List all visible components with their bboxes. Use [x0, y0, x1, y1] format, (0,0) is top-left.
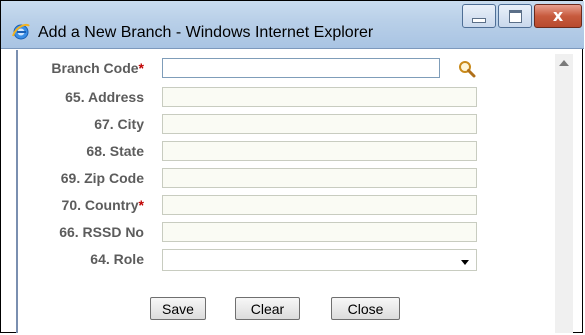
close-button[interactable]: Close: [331, 297, 400, 320]
save-button[interactable]: Save: [150, 297, 206, 320]
city-label: 67. City: [94, 116, 144, 132]
zip-code-label: 69. Zip Code: [60, 170, 144, 186]
country-row: 70. Country*: [20, 195, 560, 217]
state-label: 68. State: [86, 143, 144, 159]
internet-explorer-icon: [12, 23, 30, 40]
state-row: 68. State: [20, 141, 560, 163]
branch-code-input[interactable]: [162, 58, 440, 78]
close-window-button[interactable]: x: [534, 4, 582, 28]
country-label: 70. Country*: [61, 197, 144, 213]
zip-code-row: 69. Zip Code: [20, 168, 560, 190]
address-row: 65. Address: [20, 87, 560, 109]
role-select[interactable]: [162, 249, 477, 271]
role-row: 64. Role: [20, 249, 560, 271]
maximize-icon: [508, 9, 522, 23]
magnifier-icon[interactable]: [458, 60, 476, 78]
required-marker: *: [138, 60, 144, 76]
rssd-no-field: [162, 222, 477, 242]
rssd-no-label: 66. RSSD No: [59, 224, 144, 240]
required-marker: *: [138, 197, 144, 213]
state-field: [162, 141, 477, 161]
clear-button[interactable]: Clear: [235, 297, 300, 320]
branch-code-label: Branch Code*: [51, 60, 144, 76]
address-field: [162, 87, 477, 107]
zip-code-field: [162, 168, 477, 188]
role-label: 64. Role: [90, 251, 144, 267]
country-field: [162, 195, 477, 215]
maximize-button[interactable]: [498, 4, 532, 28]
window-controls: x: [460, 4, 582, 34]
close-icon: x: [552, 6, 564, 25]
minimize-button[interactable]: [462, 4, 496, 28]
scroll-up-arrow-icon[interactable]: [559, 60, 569, 66]
window-title: Add a New Branch - Windows Internet Expl…: [38, 24, 374, 41]
city-field: [162, 114, 477, 134]
chevron-down-icon: [461, 260, 469, 265]
minimize-icon: [472, 17, 486, 23]
title-bar: Add a New Branch - Windows Internet Expl…: [1, 1, 584, 49]
branch-code-row: Branch Code*: [20, 58, 560, 80]
city-row: 67. City: [20, 114, 560, 136]
address-label: 65. Address: [65, 89, 144, 105]
rssd-no-row: 66. RSSD No: [20, 222, 560, 244]
